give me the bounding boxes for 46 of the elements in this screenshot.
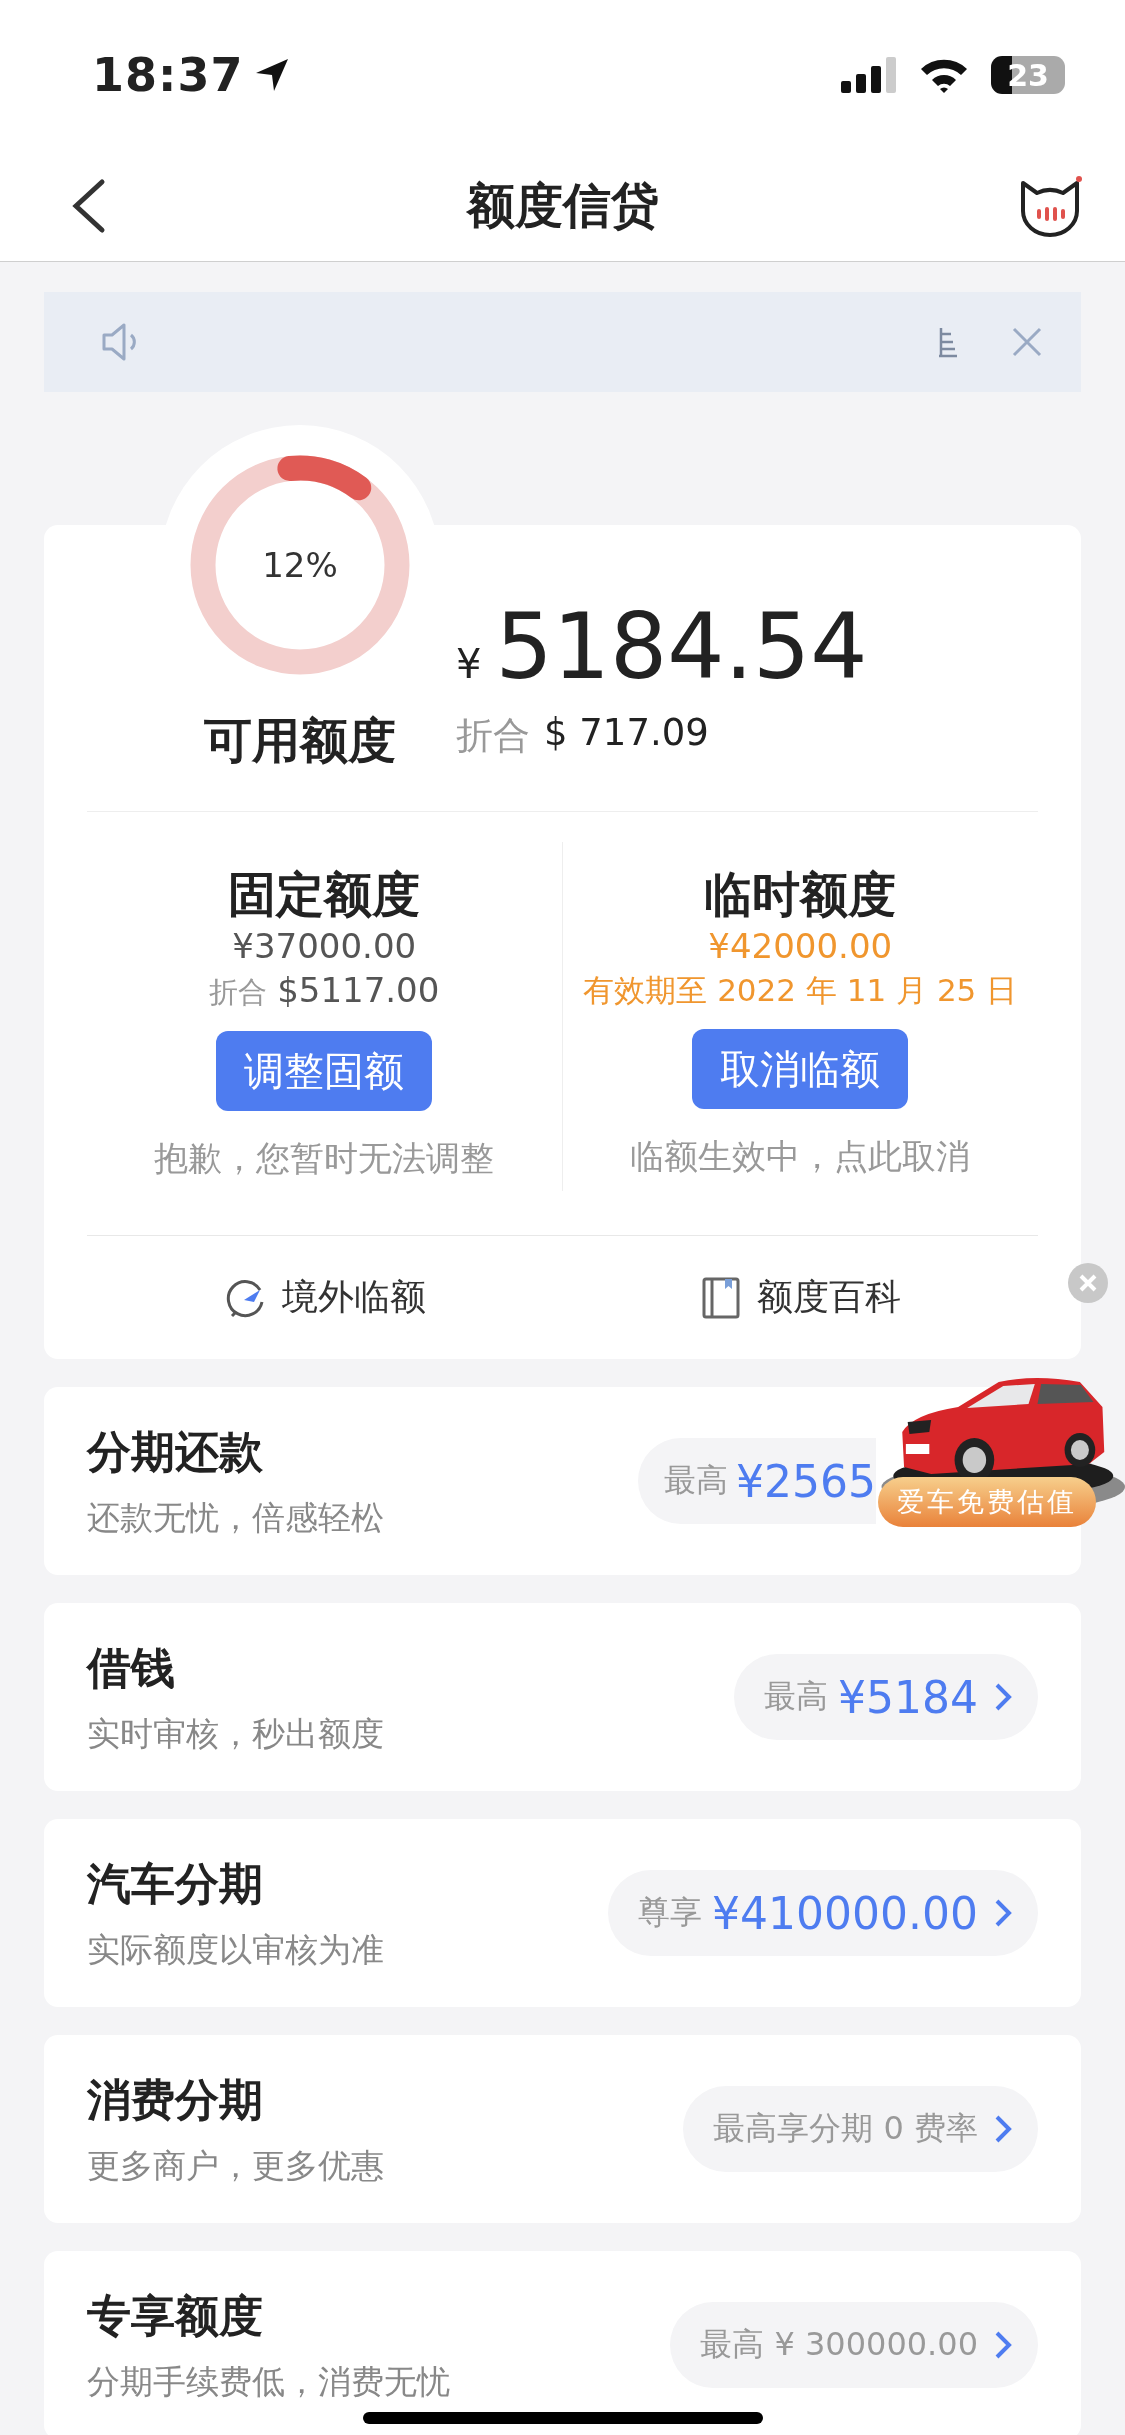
product-card[interactable]: 汽车分期 实际额度以审核为准 尊享 ¥410000.00 <box>44 1819 1081 2007</box>
product-subtitle: 实时审核，秒出额度 <box>87 1714 385 1754</box>
limit-pill[interactable]: 最高享分期 0 费率 <box>683 2086 1038 2172</box>
product-card[interactable]: 专享额度 分期手续费低，消费无忧 最高 ¥ 300000.00 <box>44 2251 1081 2435</box>
product-title: 汽车分期 <box>87 1857 264 1911</box>
quota-title: 固定额度 <box>228 865 421 924</box>
chevron-icon <box>994 1898 1012 1928</box>
quick-link[interactable]: 境外临额 <box>87 1236 563 1359</box>
adjust-quota-button[interactable]: 调整固额 <box>216 1031 433 1111</box>
quick-link[interactable]: 额度百科 <box>562 1236 1038 1359</box>
converted-label: 折合 <box>456 713 530 759</box>
available-label: 可用额度 <box>204 711 396 770</box>
product-subtitle: 分期手续费低，消费无忧 <box>87 2362 451 2402</box>
signal-icon <box>841 57 897 93</box>
usage-percent: 12% <box>262 545 338 585</box>
chevron-icon <box>994 2330 1012 2360</box>
quota-note: 临额生效中，点此取消 <box>630 1135 971 1178</box>
cancel-quota-button[interactable]: 取消临额 <box>692 1029 909 1109</box>
product-title: 专享额度 <box>87 2289 264 2343</box>
product-title: 分期还款 <box>87 1425 264 1479</box>
quota-note: 抱歉，您暂时无法调整 <box>154 1137 495 1180</box>
product-subtitle: 实际额度以审核为准 <box>87 1930 385 1970</box>
chevron-icon <box>994 2114 1012 2144</box>
quota-amount: ¥37000.00 <box>232 925 417 968</box>
quota-title: 临时额度 <box>704 865 897 924</box>
product-card[interactable]: 消费分期 更多商户，更多优惠 最高享分期 0 费率 <box>44 2035 1081 2223</box>
limit-pill[interactable]: 最高 ¥ 300000.00 <box>670 2302 1038 2388</box>
status-time: 18:37 <box>92 48 244 102</box>
product-subtitle: 还款无忧，倍感轻松 <box>87 1498 385 1538</box>
converted-label: 折合 <box>209 974 268 1011</box>
converted-amount: $5117.00 <box>277 969 440 1012</box>
product-subtitle: 更多商户，更多优惠 <box>87 2146 385 2186</box>
validity-text: 有效期至 2022 年 11 月 25 日 <box>583 971 1018 1010</box>
quota-amount: ¥42000.00 <box>708 925 893 968</box>
chevron-icon <box>994 1682 1012 1712</box>
valuation-badge[interactable]: 爱车免费估值 <box>878 1477 1096 1527</box>
limit-pill[interactable]: 最高 ¥2565 <box>638 1438 876 1524</box>
product-card[interactable]: 借钱 实时审核，秒出额度 最高 ¥5184 <box>44 1603 1081 1791</box>
product-title: 借钱 <box>87 1641 176 1695</box>
available-amount: 5184.54 <box>495 597 868 697</box>
page-title: 额度信贷 <box>465 175 660 235</box>
limit-pill[interactable]: 尊享 ¥410000.00 <box>608 1870 1038 1956</box>
product-title: 消费分期 <box>87 2073 264 2127</box>
converted-amount: $ 717.09 <box>544 711 709 756</box>
currency-sign: ¥ <box>456 641 482 687</box>
limit-pill[interactable]: 最高 ¥5184 <box>734 1654 1038 1740</box>
